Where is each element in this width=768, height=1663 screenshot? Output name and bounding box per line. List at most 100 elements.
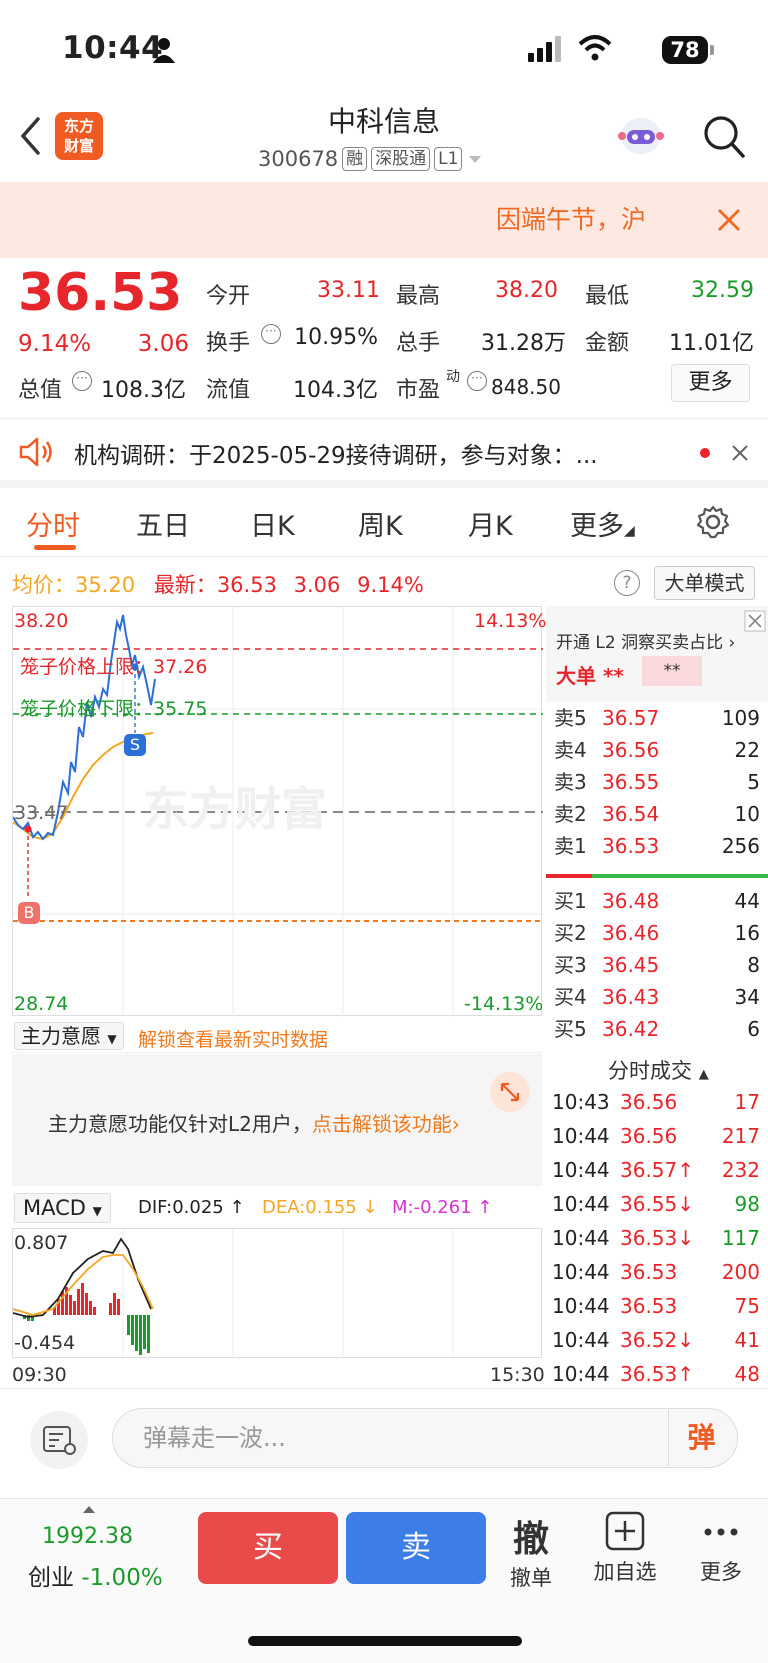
expand-icon[interactable] xyxy=(490,1072,530,1112)
home-indicator xyxy=(248,1636,522,1646)
trades-title[interactable]: 分时成交 ▲ xyxy=(608,1055,709,1085)
macd-dropdown[interactable]: MACD ▼ xyxy=(14,1193,111,1223)
y-axis-bottom-price: 28.74 xyxy=(14,993,69,1015)
buy-button[interactable]: 买 xyxy=(198,1512,338,1584)
ask-row[interactable]: 卖4 36.56 22 xyxy=(554,734,760,766)
caret-up-icon[interactable] xyxy=(82,1504,96,1514)
trade-time: 10:44 xyxy=(552,1192,610,1216)
tab-daily-k[interactable]: 日K xyxy=(250,504,295,543)
speaker-icon xyxy=(19,437,52,467)
danmu-toggle-button[interactable]: 弹 xyxy=(668,1410,734,1466)
macd-dif: DIF:0.025 ↑ xyxy=(138,1197,245,1218)
trade-volume: 17 xyxy=(734,1090,760,1114)
buy-marker[interactable]: B xyxy=(18,902,40,924)
turnover-label: 换手 xyxy=(206,331,251,356)
tab-more[interactable]: 更多◢ xyxy=(570,504,635,543)
ask-price: 36.54 xyxy=(602,802,660,826)
trade-row: 10:44 36.53 75 xyxy=(552,1289,760,1323)
close-icon[interactable] xyxy=(731,444,749,462)
comment-list-icon[interactable] xyxy=(30,1411,88,1469)
add-box-icon xyxy=(605,1511,645,1551)
robot-assistant-icon[interactable] xyxy=(616,112,666,160)
big-order-value: ** xyxy=(642,656,702,686)
tab-intraday[interactable]: 分时 xyxy=(26,504,80,543)
bid-row[interactable]: 买2 36.46 16 xyxy=(554,917,760,949)
info-icon[interactable]: ··· xyxy=(72,371,92,391)
help-icon[interactable]: ? xyxy=(614,570,640,596)
close-icon[interactable] xyxy=(716,207,742,233)
price-info-row: 均价：35.20 最新：36.53 3.06 9.14% xyxy=(12,573,424,597)
bid-row[interactable]: 买1 36.48 44 xyxy=(554,885,760,917)
unlock-feature-link[interactable]: 点击解锁该功能 xyxy=(312,1112,452,1136)
trade-price: 36.53 xyxy=(620,1260,678,1284)
bid-price: 36.42 xyxy=(602,1017,660,1041)
trade-price: 36.53↓ xyxy=(620,1226,695,1250)
ask-level: 卖4 xyxy=(554,738,587,762)
bid-volume: 44 xyxy=(734,889,760,913)
ask-row[interactable]: 卖5 36.57 109 xyxy=(554,702,760,734)
bid-row[interactable]: 买4 36.43 34 xyxy=(554,981,760,1013)
more-menu-button[interactable]: 更多 xyxy=(676,1510,766,1586)
ask-volume: 5 xyxy=(747,770,760,794)
big-order-mode-button[interactable]: 大单模式 xyxy=(654,566,755,600)
cancel-order-button[interactable]: 撤 撤单 xyxy=(486,1510,576,1592)
info-icon[interactable]: ··· xyxy=(467,371,487,391)
time-axis-start: 09:30 xyxy=(12,1364,67,1386)
notice-text: 因端午节，沪 xyxy=(495,205,646,234)
tab-monthly-k[interactable]: 月K xyxy=(468,504,513,543)
ask-row[interactable]: 卖1 36.53 256 xyxy=(554,830,760,862)
ask-price: 36.56 xyxy=(602,738,660,762)
wifi-icon xyxy=(578,35,612,61)
ask-level: 卖2 xyxy=(554,802,587,826)
trade-time: 10:44 xyxy=(552,1362,610,1386)
bid-level: 买5 xyxy=(554,1017,587,1041)
trade-volume: 75 xyxy=(734,1294,760,1318)
tab-five-day[interactable]: 五日 xyxy=(136,504,190,543)
macd-chart[interactable] xyxy=(12,1228,542,1359)
add-watchlist-button[interactable]: 加自选 xyxy=(580,1510,670,1586)
ask-row[interactable]: 卖2 36.54 10 xyxy=(554,798,760,830)
index-ticker[interactable]: 创业 -1.00% xyxy=(28,1558,163,1592)
trade-price: 36.55↓ xyxy=(620,1192,695,1216)
stock-code-row[interactable]: 300678 融 深股通 L1 xyxy=(258,147,484,171)
close-icon[interactable] xyxy=(744,610,766,632)
bid-row[interactable]: 买5 36.42 6 xyxy=(554,1013,760,1045)
info-icon[interactable]: ··· xyxy=(261,324,281,344)
turnover-value: 10.95% xyxy=(294,325,378,350)
sell-marker[interactable]: S xyxy=(124,734,146,756)
mcap-label: 总值 xyxy=(18,378,63,403)
change-value: 3.06 xyxy=(137,331,189,357)
tag-level: L1 xyxy=(434,147,463,171)
settings-gear-icon[interactable] xyxy=(696,505,730,539)
search-icon[interactable] xyxy=(702,114,746,160)
ask-row[interactable]: 卖3 36.55 5 xyxy=(554,766,760,798)
index-value[interactable]: 1992.38 xyxy=(42,1524,133,1549)
upper-limit-label: 笼子价格上限：37.26 xyxy=(20,656,208,678)
amount-label: 金额 xyxy=(585,331,630,356)
pe-value: 848.50 xyxy=(491,375,561,399)
trade-time: 10:43 xyxy=(552,1090,610,1114)
bid-row[interactable]: 买3 36.45 8 xyxy=(554,949,760,981)
trade-price: 36.52↓ xyxy=(620,1328,695,1352)
trade-row: 10:43 36.56 17 xyxy=(552,1085,760,1119)
trade-row: 10:44 36.55↓ 98 xyxy=(552,1187,760,1221)
unlock-realtime-link[interactable]: 解锁查看最新实时数据 xyxy=(138,1025,328,1052)
more-quote-button[interactable]: 更多 xyxy=(671,364,750,402)
active-tab-indicator xyxy=(34,545,76,550)
volume-label: 总手 xyxy=(396,331,441,356)
macd-dea: DEA:0.155 ↓ xyxy=(262,1197,378,1218)
bid-volume: 8 xyxy=(747,953,760,977)
danmu-input[interactable]: 弹幕走一波... xyxy=(112,1408,738,1468)
sell-button[interactable]: 卖 xyxy=(346,1512,486,1584)
tab-weekly-k[interactable]: 周K xyxy=(358,504,403,543)
l2-promo-label[interactable]: 开通 L2 洞察买卖占比 › xyxy=(556,628,735,653)
bid-price: 36.48 xyxy=(602,889,660,913)
trade-volume: 232 xyxy=(721,1158,760,1182)
holiday-notice-bar[interactable] xyxy=(0,182,768,258)
low-label: 最低 xyxy=(585,284,630,309)
trade-price: 36.56 xyxy=(620,1124,678,1148)
trade-volume: 41 xyxy=(734,1328,760,1352)
signal-icon xyxy=(528,36,561,62)
macd-y-bottom: -0.454 xyxy=(14,1332,76,1354)
main-force-dropdown[interactable]: 主力意愿 ▼ xyxy=(14,1022,124,1050)
